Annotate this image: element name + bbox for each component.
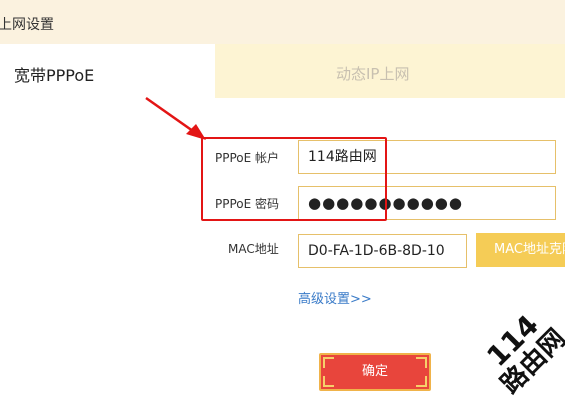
annotation-arrow-icon [145,96,206,140]
confirm-button[interactable]: 确定 [319,353,431,391]
confirm-button-label: 确定 [361,364,388,379]
